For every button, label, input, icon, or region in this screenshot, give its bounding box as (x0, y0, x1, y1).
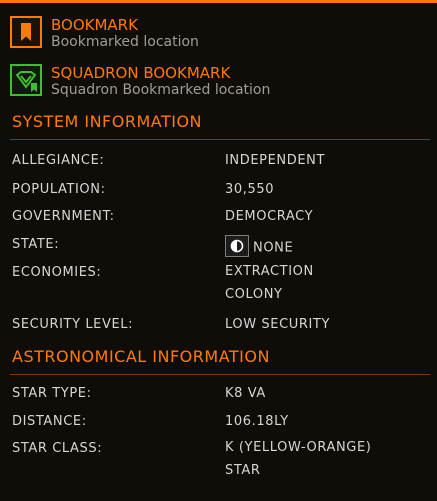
row-label: POPULATION: (12, 182, 106, 197)
star-class-value: STAR (225, 463, 261, 478)
star-class-value: K (YELLOW-ORANGE) (225, 440, 372, 455)
row-value: 106.18LY (225, 414, 289, 429)
row-value: 30,550 (225, 182, 275, 197)
economy-value: COLONY (225, 287, 283, 302)
row-value: DEMOCRACY (225, 209, 314, 224)
squadron-bookmark-legend-item: SQUADRON BOOKMARK Squadron Bookmarked lo… (10, 64, 270, 99)
section-divider (10, 139, 430, 140)
state-value-text: NONE (253, 240, 294, 256)
row-value: K8 VA (225, 386, 266, 401)
row-label: STAR CLASS: (12, 441, 103, 456)
row-label: SECURITY LEVEL: (12, 317, 134, 332)
squadron-bookmark-title: SQUADRON BOOKMARK (51, 64, 231, 82)
row-label: DISTANCE: (12, 414, 87, 429)
row-label: STAR TYPE: (12, 386, 92, 401)
bookmark-title: BOOKMARK (51, 16, 138, 34)
section-divider (10, 374, 430, 375)
squadron-bookmark-subtitle: Squadron Bookmarked location (51, 82, 271, 98)
row-label: GOVERNMENT: (12, 209, 115, 224)
row-value: INDEPENDENT (225, 153, 326, 168)
row-value-multiline: K (YELLOW-ORANGE) STAR (225, 436, 371, 482)
row-value-state: NONE (225, 235, 294, 259)
bookmark-legend-item: BOOKMARK Bookmarked location (10, 16, 199, 51)
astronomical-information-heading: ASTRONOMICAL INFORMATION (12, 347, 270, 366)
squadron-bookmark-icon (10, 64, 42, 96)
bookmark-icon (10, 16, 42, 48)
bookmark-subtitle: Bookmarked location (51, 34, 199, 50)
row-label: ECONOMIES: (12, 265, 102, 280)
row-label: STATE: (12, 237, 60, 252)
state-none-icon (225, 235, 249, 257)
row-value: LOW SECURITY (225, 317, 331, 332)
economy-value: EXTRACTION (225, 264, 314, 279)
row-label: ALLEGIANCE: (12, 153, 105, 168)
top-accent-line (0, 0, 437, 3)
system-information-heading: SYSTEM INFORMATION (12, 112, 203, 131)
row-value-multiline: EXTRACTION COLONY (225, 260, 314, 306)
